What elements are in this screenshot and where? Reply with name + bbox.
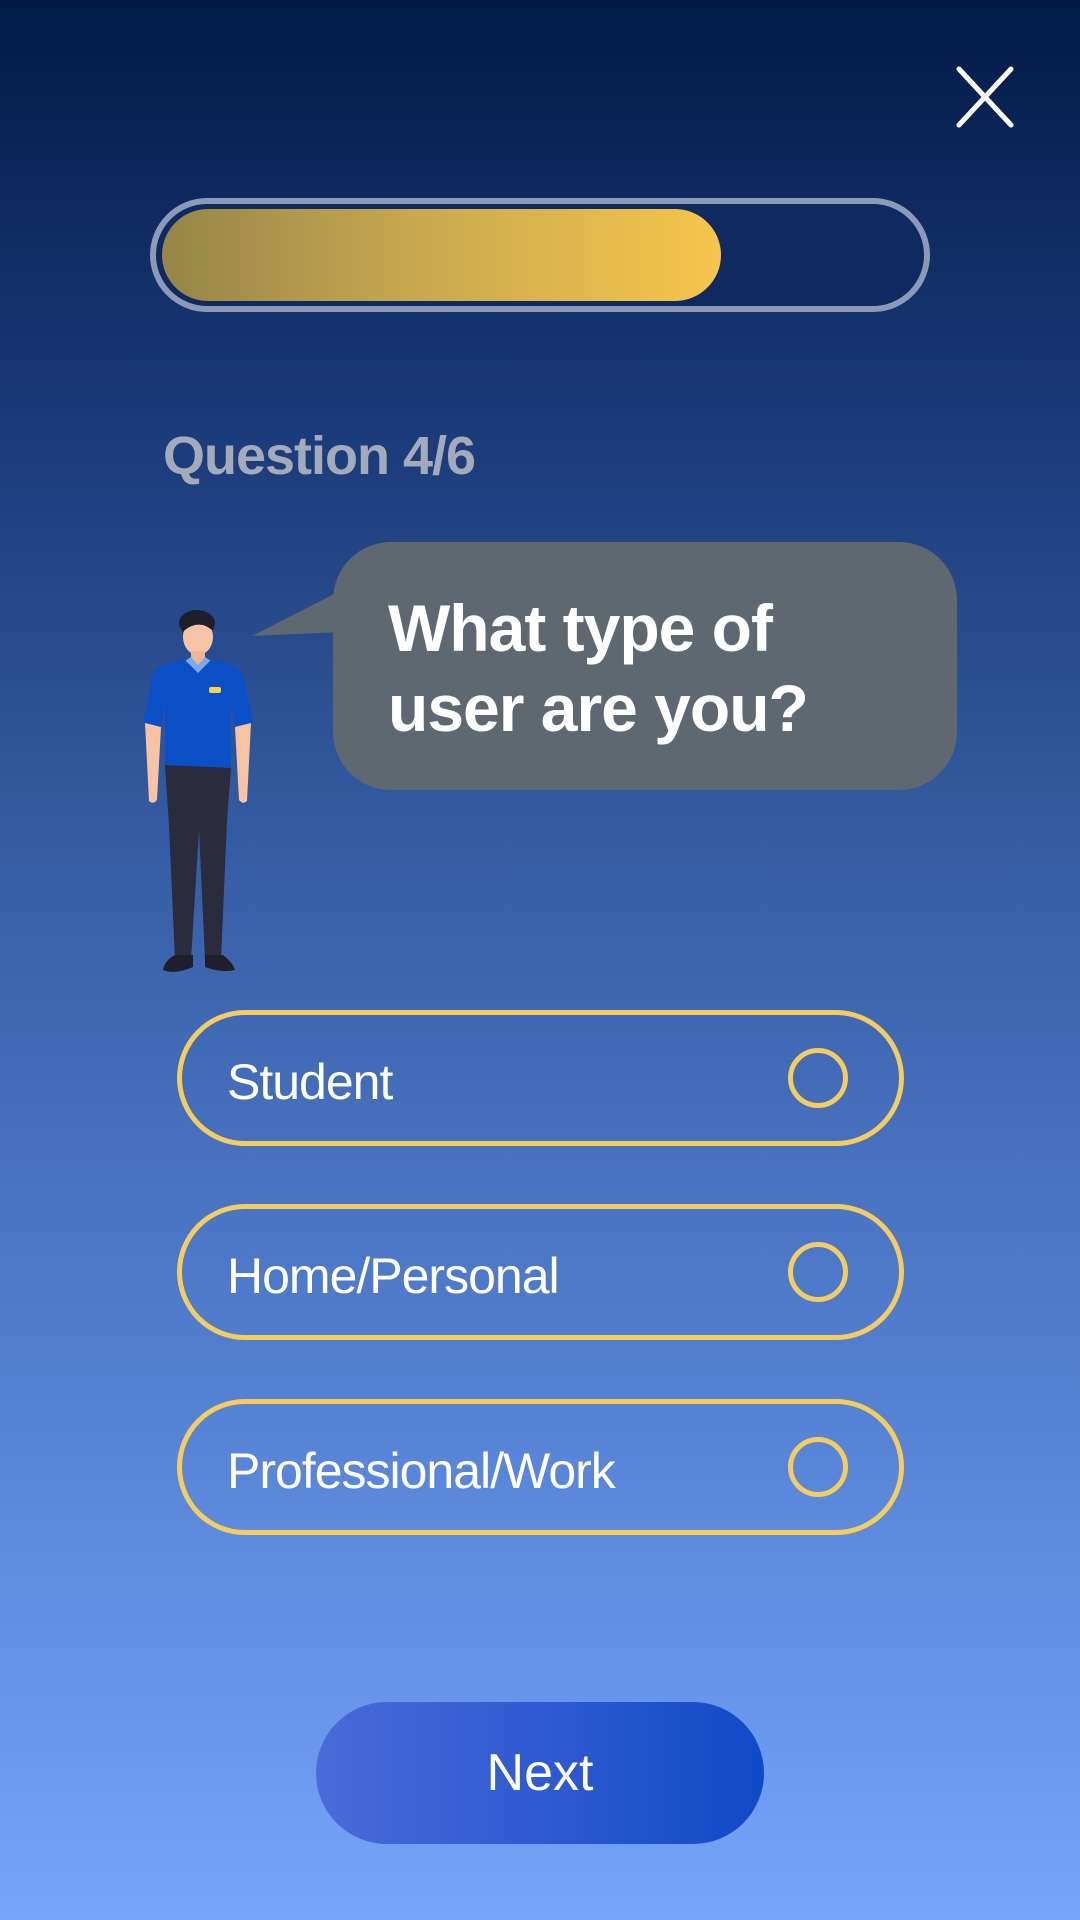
close-icon: [956, 66, 1014, 128]
radio-button[interactable]: [788, 1048, 848, 1108]
quiz-screen: Question 4/6 What type of user are you?: [0, 0, 1080, 1920]
speech-bubble: What type of user are you?: [333, 542, 957, 790]
option-professional-work[interactable]: Professional/Work: [177, 1399, 904, 1535]
next-button[interactable]: Next: [316, 1702, 764, 1844]
option-label: Student: [227, 1054, 393, 1110]
question-text: What type of user are you?: [388, 591, 809, 745]
option-student[interactable]: Student: [177, 1010, 904, 1146]
radio-button[interactable]: [788, 1242, 848, 1302]
question-counter: Question 4/6: [163, 426, 476, 486]
speech-bubble-tail: [252, 590, 342, 636]
option-label: Home/Personal: [227, 1248, 560, 1304]
assistant-character: [135, 605, 265, 975]
option-label: Professional/Work: [227, 1443, 616, 1499]
close-button[interactable]: [955, 65, 1015, 129]
radio-button[interactable]: [788, 1437, 848, 1497]
progress-fill: [162, 209, 721, 301]
option-home-personal[interactable]: Home/Personal: [177, 1204, 904, 1340]
progress-bar: [150, 198, 930, 312]
